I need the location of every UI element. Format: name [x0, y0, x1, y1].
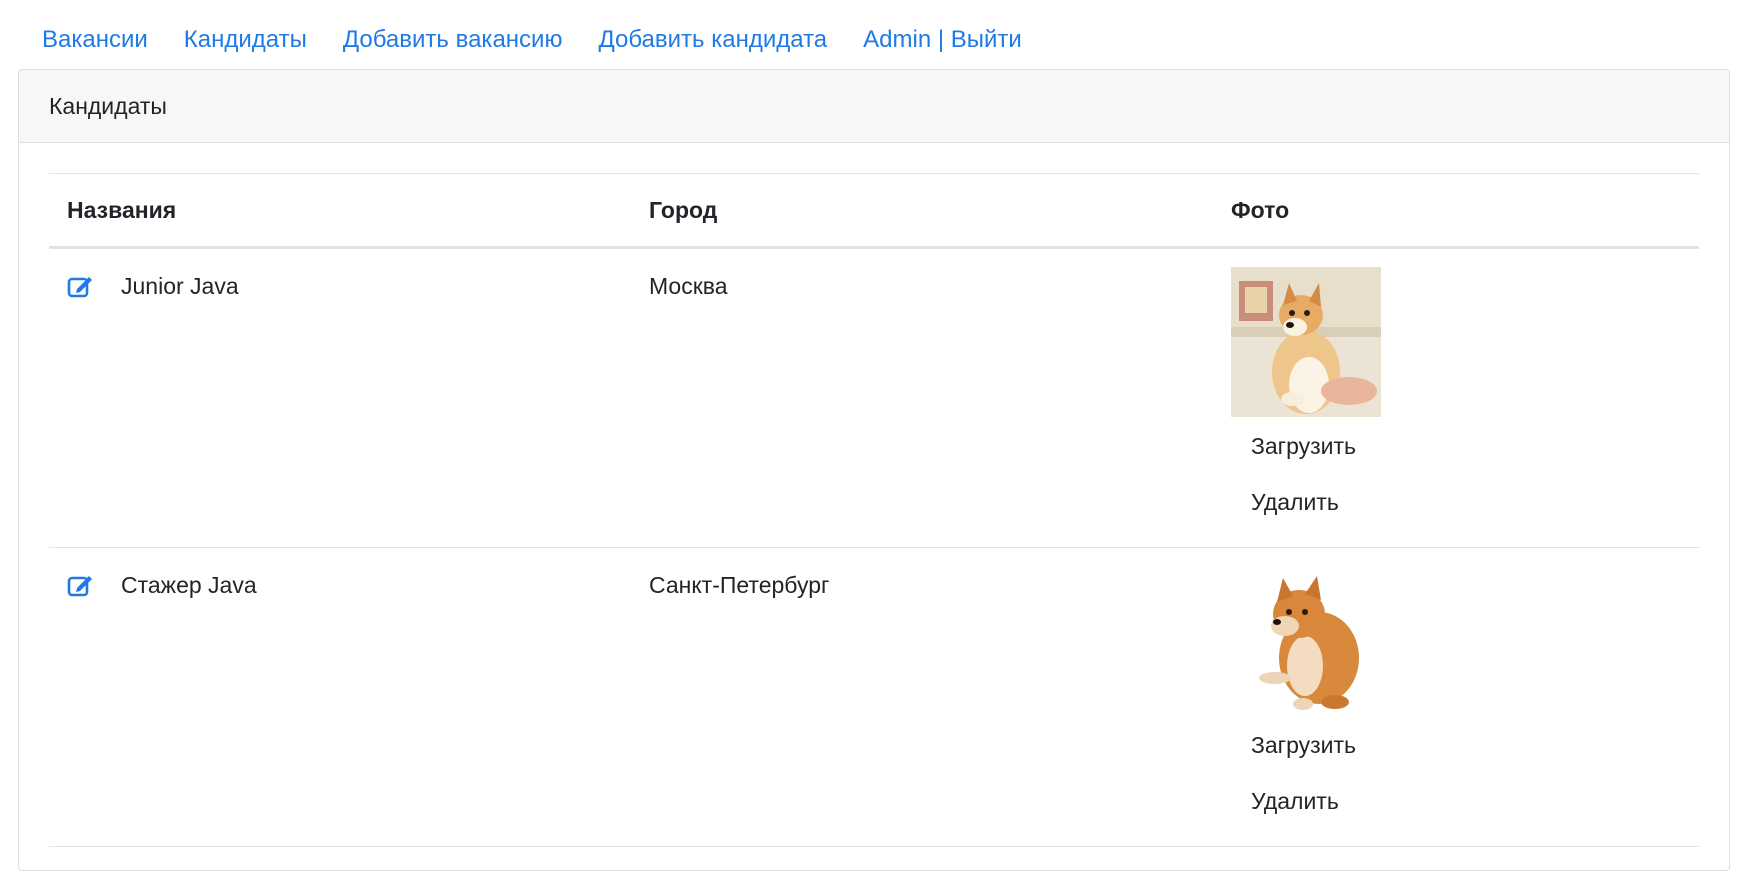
table-row: Junior Java Москва Загрузить Удалить: [49, 249, 1699, 548]
top-nav: Вакансии Кандидаты Добавить вакансию Доб…: [24, 16, 1040, 64]
card-header: Кандидаты: [19, 70, 1729, 143]
candidate-city: Санкт-Петербург: [649, 572, 830, 598]
edit-icon[interactable]: [67, 572, 95, 598]
header-name: Названия: [67, 196, 177, 223]
candidates-table: Названия Город Фото Junior Java Москва З…: [49, 173, 1699, 847]
candidate-name: Junior Java: [121, 273, 239, 299]
nav-vacancies[interactable]: Вакансии: [24, 16, 166, 64]
nav-user-logout[interactable]: Admin | Выйти: [845, 16, 1040, 64]
edit-icon[interactable]: [67, 273, 95, 299]
candidate-name: Стажер Java: [121, 572, 257, 598]
card-title: Кандидаты: [49, 92, 167, 119]
delete-button[interactable]: Удалить: [1251, 485, 1381, 519]
photo-cell: Загрузить Удалить: [1231, 566, 1381, 818]
header-photo: Фото: [1231, 196, 1290, 223]
header-city: Город: [649, 196, 718, 223]
shiba-photo: [1231, 267, 1381, 417]
candidate-city: Москва: [649, 273, 728, 299]
cheems-photo: [1231, 566, 1381, 716]
table-row: Стажер Java Санкт-Петербург Загрузить Уд…: [49, 548, 1699, 847]
delete-button[interactable]: Удалить: [1251, 784, 1381, 818]
candidates-card: Кандидаты Названия Город Фото Junior Jav…: [18, 69, 1730, 871]
table-header: Названия Город Фото: [49, 174, 1699, 249]
nav-candidates[interactable]: Кандидаты: [166, 16, 325, 64]
upload-button[interactable]: Загрузить: [1251, 728, 1381, 762]
nav-add-candidate[interactable]: Добавить кандидата: [580, 16, 845, 64]
nav-add-vacancy[interactable]: Добавить вакансию: [325, 16, 581, 64]
photo-cell: Загрузить Удалить: [1231, 267, 1381, 519]
upload-button[interactable]: Загрузить: [1251, 429, 1381, 463]
